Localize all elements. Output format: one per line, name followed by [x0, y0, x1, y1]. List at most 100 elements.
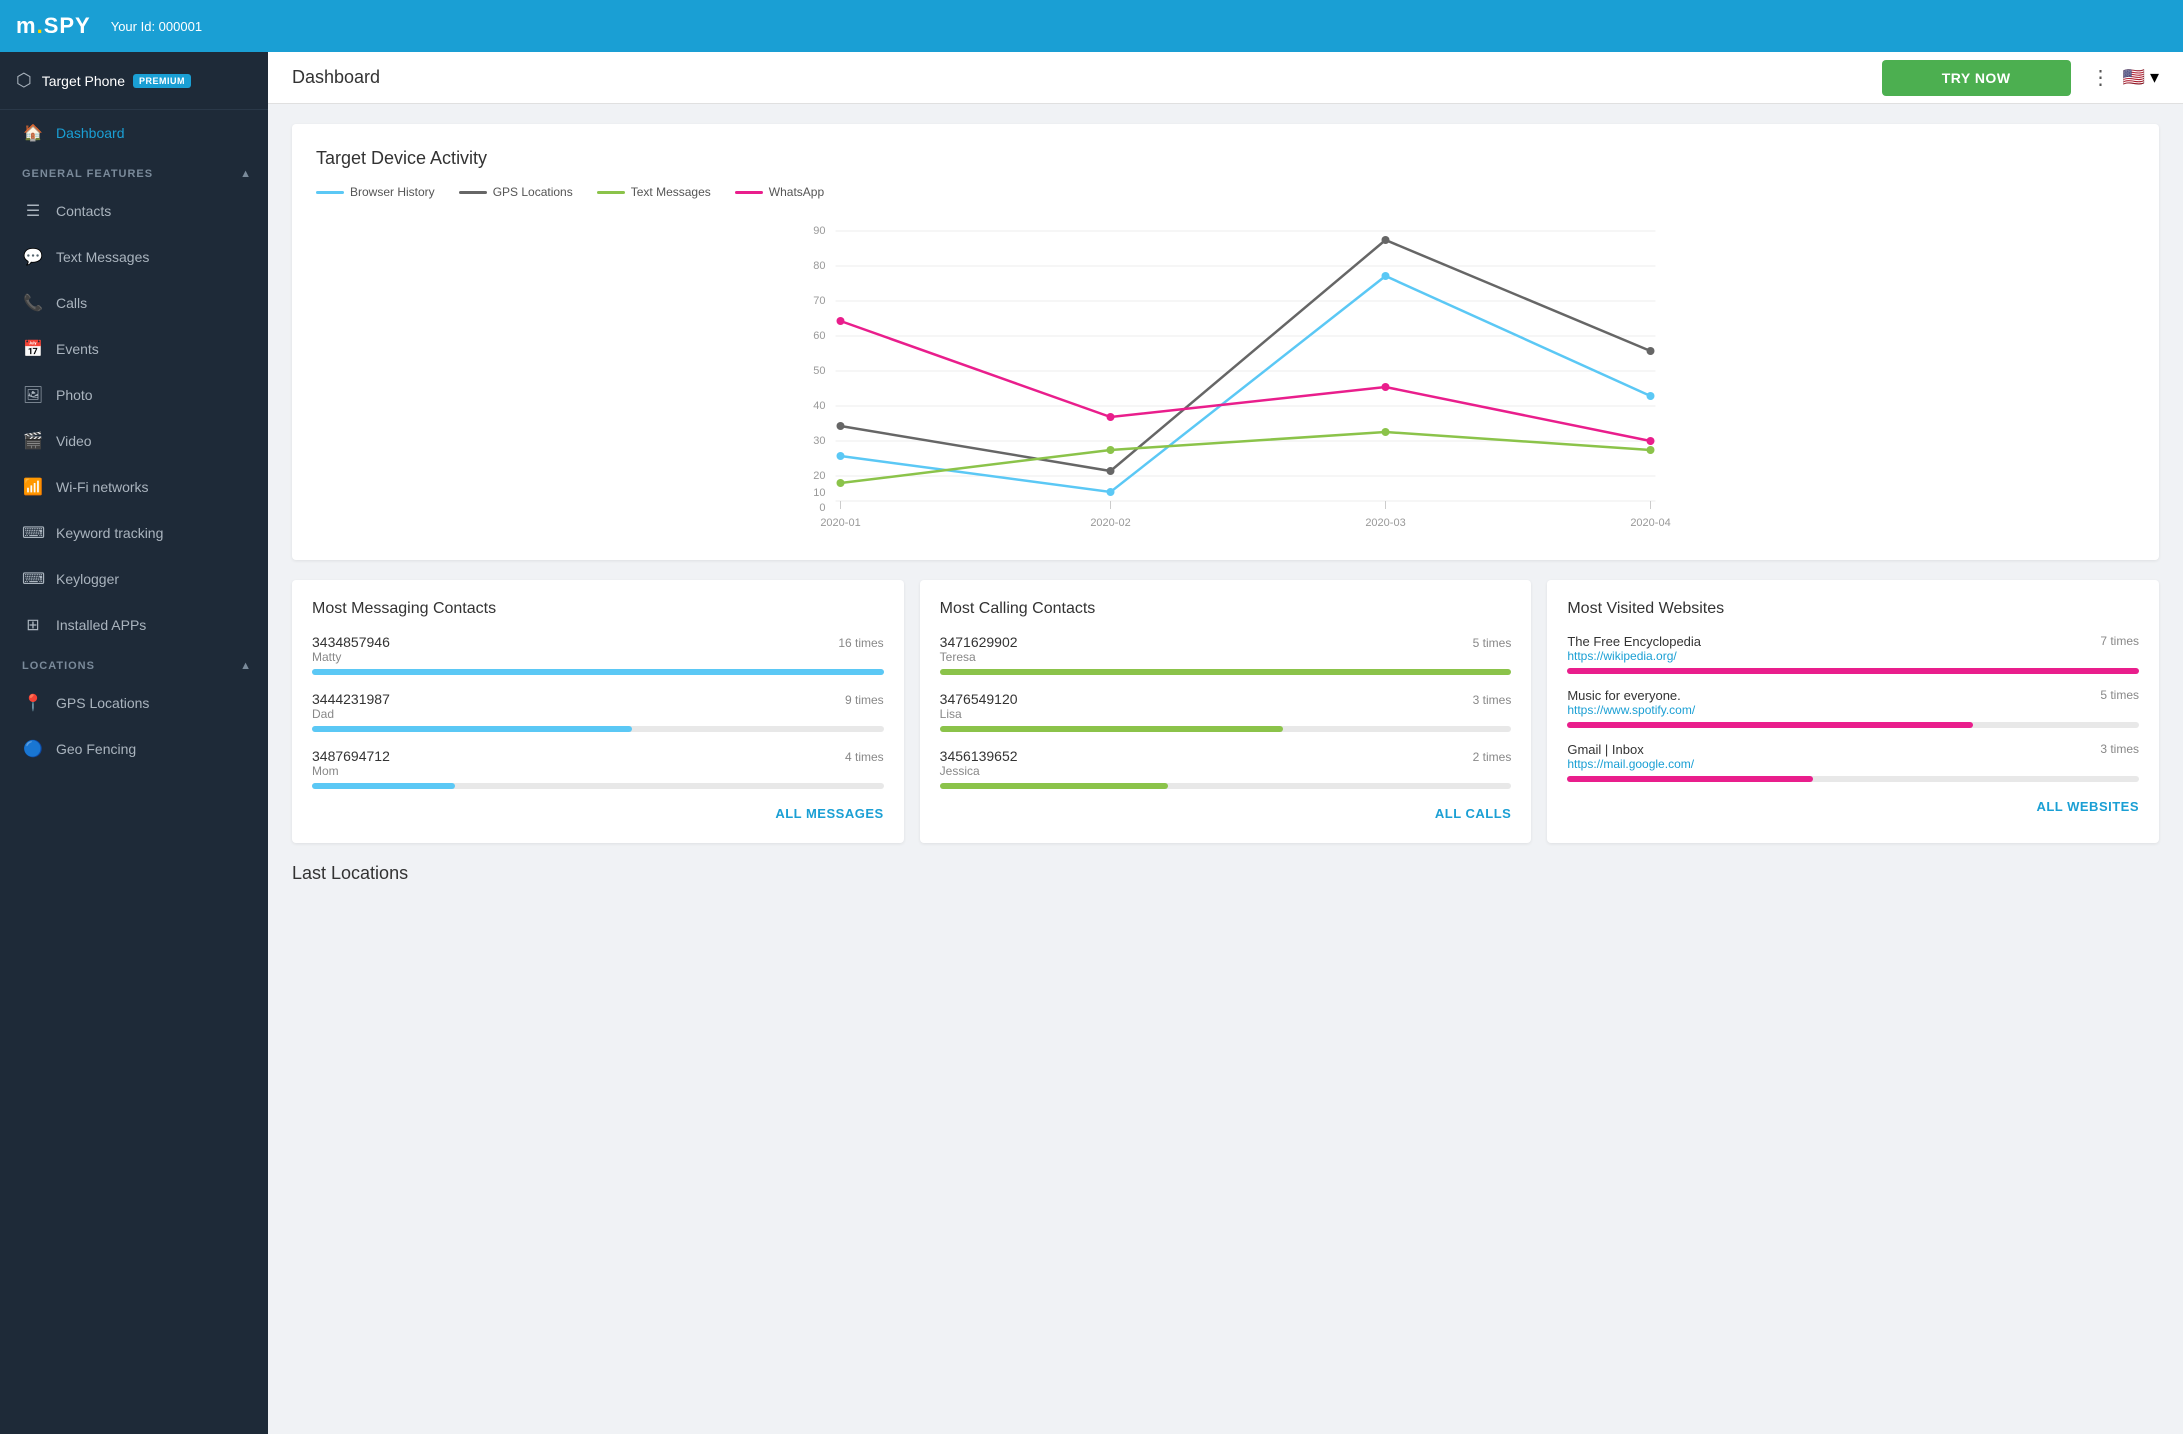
- website-bar-2: [1567, 722, 1973, 728]
- legend-text-line: [597, 191, 625, 194]
- more-options-icon[interactable]: ⋮: [2091, 65, 2111, 90]
- sidebar-item-dashboard[interactable]: 🏠 Dashboard: [0, 110, 268, 156]
- text-messages-label: Text Messages: [56, 249, 149, 265]
- installed-apps-label: Installed APPs: [56, 617, 146, 633]
- keylogger-icon: ⌨: [22, 569, 44, 589]
- legend-gps: GPS Locations: [459, 185, 573, 199]
- calling-name-2: Lisa: [940, 707, 1018, 721]
- svg-text:50: 50: [813, 365, 825, 377]
- all-calls-link[interactable]: ALL CALLS: [1435, 806, 1511, 821]
- sidebar-item-text-messages[interactable]: 💬 Text Messages: [0, 234, 268, 280]
- website-item-3: Gmail | Inbox https://mail.google.com/ 3…: [1567, 742, 2139, 782]
- try-now-button[interactable]: TRY NOW: [1882, 60, 2071, 96]
- calling-number-2: 3476549120: [940, 691, 1018, 707]
- website-title-3: Gmail | Inbox: [1567, 742, 1694, 757]
- svg-text:80: 80: [813, 260, 825, 272]
- messaging-contact-2: 3444231987 Dad 9 times: [312, 691, 884, 732]
- calling-bar-1: [940, 669, 1512, 675]
- sidebar-item-installed-apps[interactable]: ⊞ Installed APPs: [0, 602, 268, 648]
- svg-text:40: 40: [813, 400, 825, 412]
- gps-label: GPS Locations: [56, 695, 149, 711]
- svg-text:0: 0: [819, 502, 825, 514]
- svg-text:2020-03: 2020-03: [1365, 517, 1405, 529]
- svg-text:10: 10: [813, 487, 825, 499]
- sidebar-item-keyword-tracking[interactable]: ⌨ Keyword tracking: [0, 510, 268, 556]
- legend-whatsapp-label: WhatsApp: [769, 185, 824, 199]
- website-times-1: 7 times: [2100, 634, 2139, 648]
- chart-title: Target Device Activity: [316, 148, 2135, 169]
- contact-bar-wrap-3: [312, 783, 884, 789]
- contact-name-1: Matty: [312, 650, 390, 664]
- apps-icon: ⊞: [22, 615, 44, 635]
- contact-number-3: 3487694712: [312, 748, 390, 764]
- calling-bar-3: [940, 783, 1169, 789]
- main-content: Dashboard TRY NOW ⋮ 🇺🇸 ▾ Target Device A…: [268, 52, 2183, 1434]
- sidebar-item-keylogger[interactable]: ⌨ Keylogger: [0, 556, 268, 602]
- contact-number-1: 3434857946: [312, 634, 390, 650]
- sidebar-item-calls[interactable]: 📞 Calls: [0, 280, 268, 326]
- dashboard-label: Dashboard: [56, 125, 125, 141]
- svg-text:70: 70: [813, 295, 825, 307]
- all-websites-link[interactable]: ALL WEBSITES: [2036, 799, 2139, 814]
- activity-chart-svg-wrap: 90 80 70 60 50 40 30 20 10 0 2020-01 202…: [316, 211, 2135, 536]
- video-label: Video: [56, 433, 92, 449]
- legend-browser-history: Browser History: [316, 185, 435, 199]
- legend-gps-line: [459, 191, 487, 194]
- contact-bar-wrap-2: [312, 726, 884, 732]
- website-times-2: 5 times: [2100, 688, 2139, 702]
- legend-text-messages: Text Messages: [597, 185, 711, 199]
- sidebar-item-gps[interactable]: 📍 GPS Locations: [0, 680, 268, 726]
- content-header: Dashboard TRY NOW ⋮ 🇺🇸 ▾: [268, 52, 2183, 104]
- contacts-label: Contacts: [56, 203, 111, 219]
- all-messages-link[interactable]: ALL MESSAGES: [775, 806, 883, 821]
- sidebar-section-locations: LOCATIONS ▲: [0, 648, 268, 680]
- last-locations-title: Last Locations: [292, 863, 2159, 884]
- svg-text:30: 30: [813, 435, 825, 447]
- geo-icon: 🔵: [22, 739, 44, 759]
- calling-bar-2: [940, 726, 1283, 732]
- website-times-3: 3 times: [2100, 742, 2139, 756]
- svg-text:90: 90: [813, 225, 825, 237]
- premium-badge: PREMIUM: [133, 74, 191, 88]
- svg-text:20: 20: [813, 470, 825, 482]
- language-flag-icon[interactable]: 🇺🇸 ▾: [2123, 67, 2159, 88]
- svg-text:2020-04: 2020-04: [1630, 517, 1670, 529]
- sidebar-item-wifi[interactable]: 📶 Wi-Fi networks: [0, 464, 268, 510]
- legend-text-label: Text Messages: [631, 185, 711, 199]
- events-label: Events: [56, 341, 99, 357]
- website-bar-wrap-1: [1567, 668, 2139, 674]
- header-icons: ⋮ 🇺🇸 ▾: [2091, 65, 2159, 90]
- page-title: Dashboard: [292, 67, 1882, 88]
- website-url-2: https://www.spotify.com/: [1567, 703, 1695, 717]
- logo: m.SPY: [16, 13, 91, 39]
- website-title-1: The Free Encyclopedia: [1567, 634, 1701, 649]
- messaging-card: Most Messaging Contacts 3434857946 Matty…: [292, 580, 904, 843]
- sidebar-item-geo-fencing[interactable]: 🔵 Geo Fencing: [0, 726, 268, 772]
- phone-icon: 📞: [22, 293, 44, 313]
- sidebar-item-contacts[interactable]: ☰ Contacts: [0, 188, 268, 234]
- topbar: m.SPY Your Id: 000001: [0, 0, 2183, 52]
- dashboard-body: Target Device Activity Browser History G…: [268, 104, 2183, 916]
- sidebar-item-events[interactable]: 📅 Events: [0, 326, 268, 372]
- sidebar-item-video[interactable]: 🎬 Video: [0, 418, 268, 464]
- contact-bar-1: [312, 669, 884, 675]
- chart-legend: Browser History GPS Locations Text Messa…: [316, 185, 2135, 199]
- contact-bar-3: [312, 783, 455, 789]
- calling-bar-wrap-2: [940, 726, 1512, 732]
- calling-times-1: 5 times: [1473, 636, 1512, 650]
- contact-times-2: 9 times: [845, 693, 884, 707]
- keyword-tracking-label: Keyword tracking: [56, 525, 163, 541]
- svg-text:60: 60: [813, 330, 825, 342]
- legend-whatsapp-line: [735, 191, 763, 194]
- calling-times-2: 3 times: [1473, 693, 1512, 707]
- home-icon: 🏠: [22, 123, 44, 143]
- contact-times-3: 4 times: [845, 750, 884, 764]
- contact-times-1: 16 times: [838, 636, 883, 650]
- calling-card: Most Calling Contacts 3471629902 Teresa …: [920, 580, 1532, 843]
- messaging-card-footer: ALL MESSAGES: [312, 805, 884, 823]
- website-item-2: Music for everyone. https://www.spotify.…: [1567, 688, 2139, 728]
- gps-icon: 📍: [22, 693, 44, 713]
- last-locations-section: Last Locations: [292, 863, 2159, 884]
- sidebar-item-photo[interactable]: 🖼 Photo: [0, 372, 268, 418]
- calling-bar-wrap-3: [940, 783, 1512, 789]
